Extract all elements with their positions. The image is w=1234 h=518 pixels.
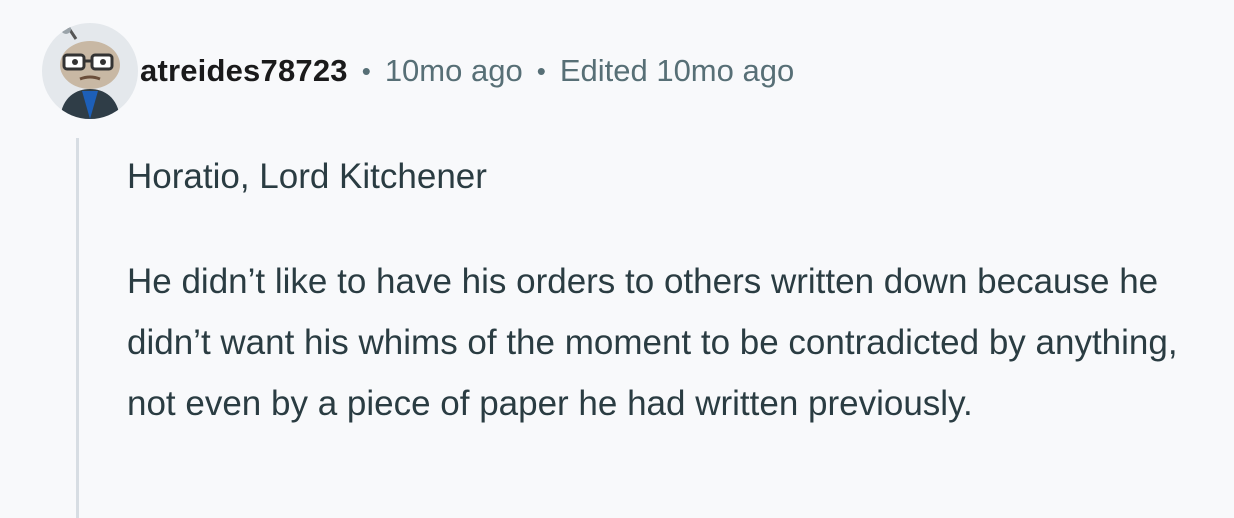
meta-separator: •: [361, 55, 371, 86]
comment-author[interactable]: atreides78723: [140, 53, 348, 89]
comment-header: atreides78723 • 10mo ago • Edited 10mo a…: [42, 22, 794, 120]
comment-timestamp[interactable]: 10mo ago: [385, 53, 523, 89]
meta-separator: •: [536, 55, 546, 86]
comment-paragraph: He didn’t like to have his orders to oth…: [127, 262, 1178, 423]
comment-body: Horatio, Lord Kitchener He didn’t like t…: [127, 146, 1207, 478]
comment-paragraph: Horatio, Lord Kitchener: [127, 157, 487, 196]
comment: atreides78723 • 10mo ago • Edited 10mo a…: [0, 0, 1234, 518]
thread-collapse-line[interactable]: [76, 138, 79, 518]
edited-timestamp: Edited 10mo ago: [559, 53, 795, 88]
snoo-avatar-icon: [60, 24, 120, 119]
user-avatar[interactable]: [42, 23, 138, 119]
